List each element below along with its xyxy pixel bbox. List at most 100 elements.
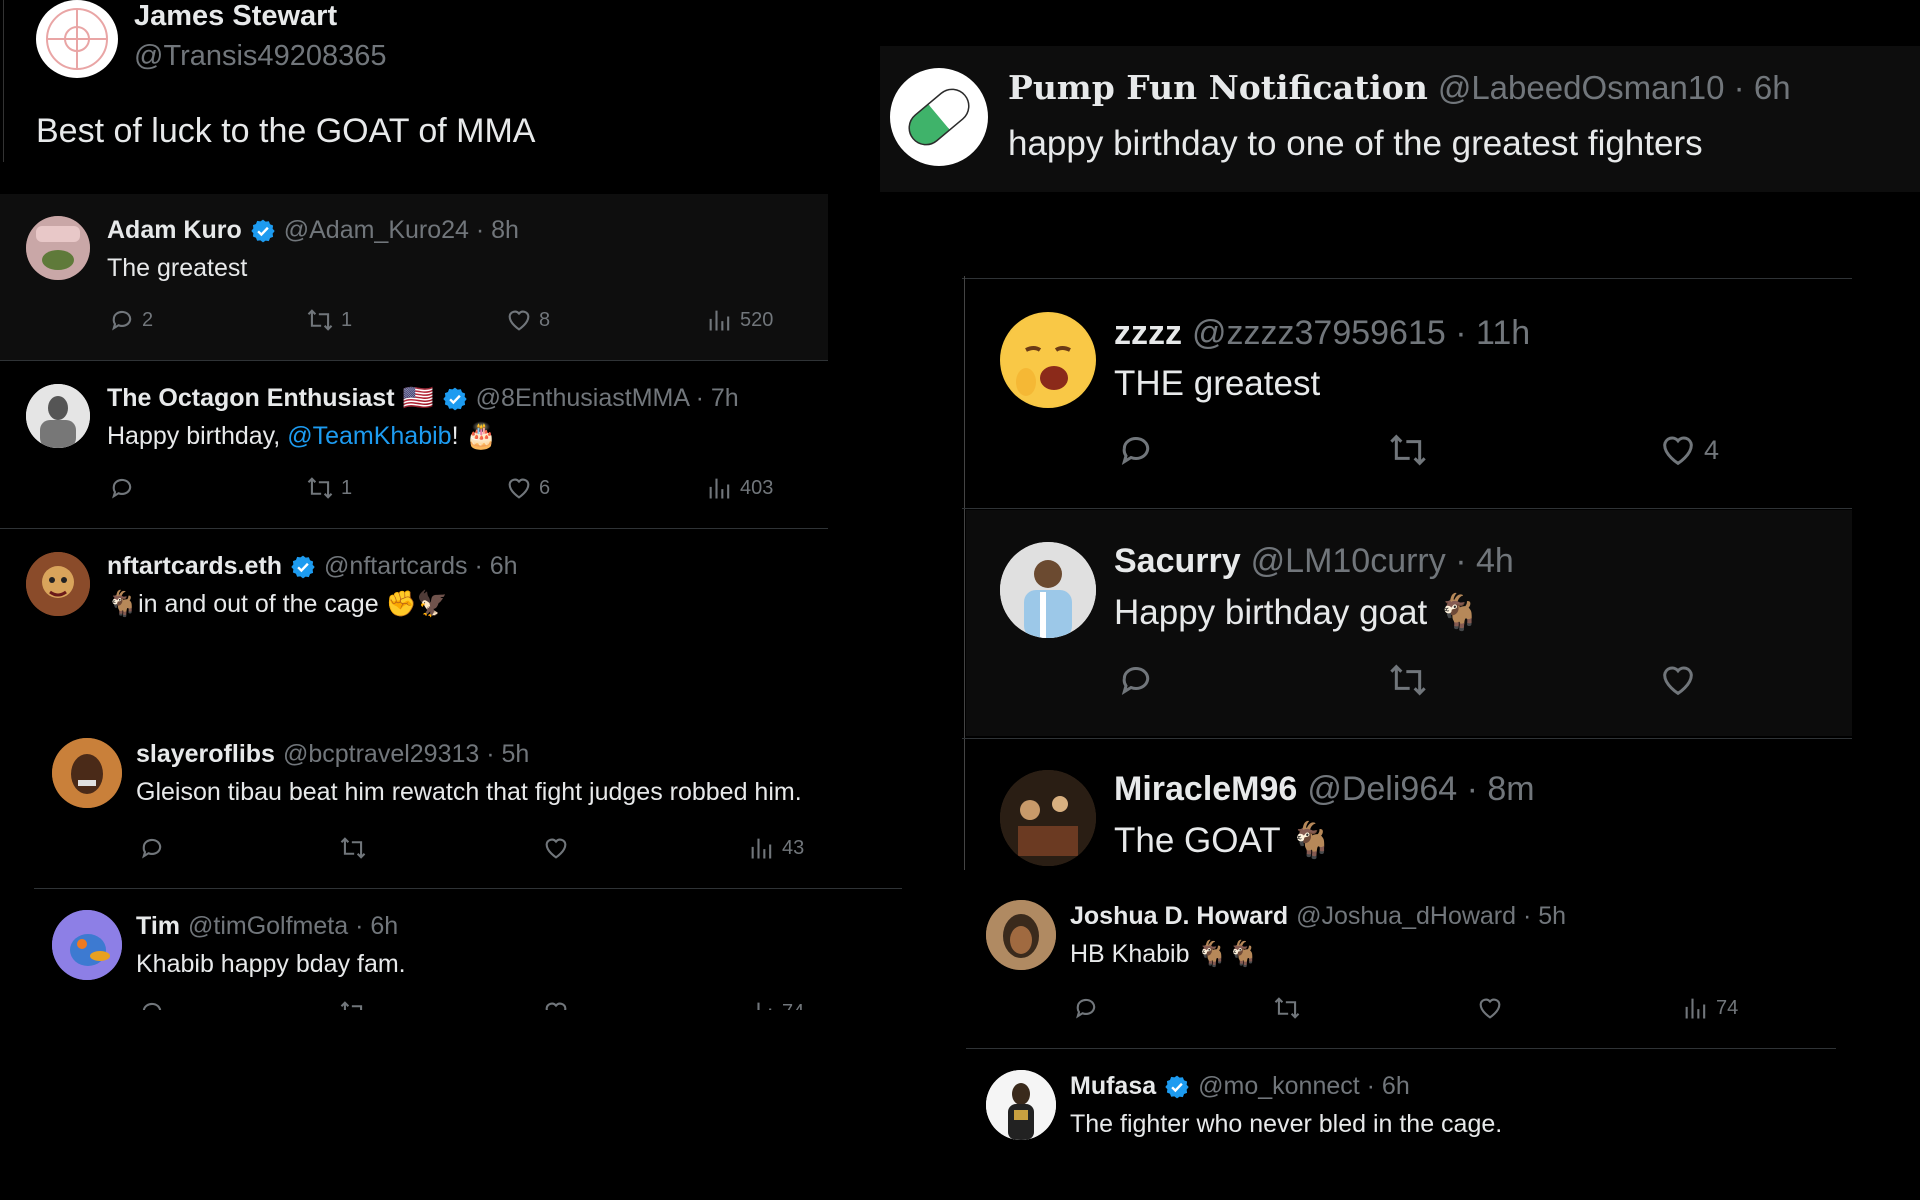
avatar[interactable] bbox=[1000, 312, 1096, 408]
like-count: 4 bbox=[1704, 434, 1720, 465]
views-button[interactable]: 74 bbox=[748, 998, 804, 1010]
repost-button[interactable] bbox=[1386, 660, 1430, 700]
author-meta[interactable]: @mo_konnect · 6h bbox=[1198, 1072, 1410, 1101]
like-button[interactable] bbox=[1476, 994, 1504, 1022]
avatar-yoda-icon bbox=[26, 216, 90, 280]
author-name[interactable]: Mufasa bbox=[1070, 1072, 1156, 1101]
author-meta[interactable]: @8EnthusiastMMA · 7h bbox=[476, 384, 739, 413]
avatar[interactable] bbox=[26, 216, 90, 280]
author-meta[interactable]: @zzzz37959615 · 11h bbox=[1192, 314, 1530, 353]
reply-tweet[interactable]: Tim @timGolfmeta · 6h Khabib happy bday … bbox=[34, 890, 904, 1010]
tweet-text: Khabib happy bday fam. bbox=[136, 950, 406, 978]
author-name[interactable]: MiracleM96 bbox=[1114, 770, 1297, 809]
tweet-header: The Octagon Enthusiast 🇺🇸 @8EnthusiastMM… bbox=[107, 384, 739, 413]
views-icon bbox=[1685, 998, 1706, 1019]
reply-tweet[interactable]: The Octagon Enthusiast 🇺🇸 @8EnthusiastMM… bbox=[0, 362, 828, 528]
avatar-player-icon bbox=[1000, 542, 1096, 638]
like-button[interactable] bbox=[542, 834, 570, 862]
author-handle[interactable]: @Transis49208365 bbox=[134, 40, 386, 73]
author-name[interactable]: Adam Kuro bbox=[107, 216, 242, 245]
like-button[interactable]: 4 bbox=[1658, 430, 1719, 470]
author-meta[interactable]: @bcptravel29313 · 5h bbox=[283, 740, 529, 769]
reply-tweet[interactable]: Sacurry @LM10curry · 4h Happy birthday g… bbox=[966, 510, 1852, 736]
right-lower-panel: Joshua D. Howard @Joshua_dHoward · 5h HB… bbox=[966, 880, 1846, 1200]
avatar[interactable] bbox=[1000, 770, 1096, 866]
avatar[interactable] bbox=[36, 0, 118, 78]
avatar[interactable] bbox=[986, 900, 1056, 970]
author-meta[interactable]: @Deli964 · 8m bbox=[1307, 770, 1534, 809]
author-meta[interactable]: @timGolfmeta · 6h bbox=[188, 912, 398, 941]
like-icon bbox=[545, 1002, 567, 1010]
original-tweet-pump-fun: Pump Fun Notification @LabeedOsman10 · 6… bbox=[880, 46, 1920, 192]
reply-icon bbox=[1121, 436, 1150, 466]
reply-icon bbox=[112, 478, 132, 499]
reply-icon bbox=[142, 838, 162, 859]
divider bbox=[962, 278, 1852, 279]
repost-button[interactable]: 1 bbox=[305, 306, 352, 334]
reply-icon bbox=[1076, 998, 1096, 1019]
views-button[interactable]: 403 bbox=[706, 474, 773, 502]
views-button[interactable]: 520 bbox=[706, 306, 773, 334]
avatar[interactable] bbox=[890, 68, 988, 166]
reply-tweet[interactable]: MiracleM96 @Deli964 · 8m The GOAT 🐐 bbox=[966, 740, 1852, 870]
reply-button[interactable] bbox=[138, 834, 166, 862]
author-name[interactable]: Tim bbox=[136, 912, 180, 941]
author-name[interactable]: zzzz bbox=[1114, 314, 1182, 353]
reply-count: 2 bbox=[142, 308, 154, 331]
reply-tweet[interactable]: zzzz @zzzz37959615 · 11h THE greatest 4 bbox=[966, 280, 1852, 506]
avatar[interactable] bbox=[26, 384, 90, 448]
tweet-text: The GOAT 🐐 bbox=[1114, 821, 1334, 860]
author-meta[interactable]: @LM10curry · 4h bbox=[1251, 542, 1514, 581]
reply-button[interactable] bbox=[1116, 660, 1156, 700]
author-name[interactable]: nftartcards.eth bbox=[107, 552, 282, 581]
reply-icon bbox=[112, 310, 132, 331]
avatar[interactable] bbox=[986, 1070, 1056, 1140]
views-icon bbox=[709, 478, 730, 499]
mention-link[interactable]: @TeamKhabib bbox=[287, 422, 451, 450]
reply-button[interactable] bbox=[138, 998, 166, 1010]
avatar[interactable] bbox=[52, 738, 122, 808]
author-meta[interactable]: @nftartcards · 6h bbox=[324, 552, 518, 581]
author-meta[interactable]: @LabeedOsman10 · 6h bbox=[1438, 69, 1791, 107]
repost-button[interactable]: 1 bbox=[305, 474, 352, 502]
tweet-text: THE greatest bbox=[1114, 364, 1321, 403]
like-button[interactable]: 6 bbox=[505, 474, 550, 502]
author-name[interactable]: Joshua D. Howard bbox=[1070, 902, 1288, 931]
views-button[interactable]: 43 bbox=[748, 834, 804, 862]
reply-tweet[interactable]: Mufasa @mo_konnect · 6h The fighter who … bbox=[966, 1050, 1846, 1170]
repost-button[interactable] bbox=[338, 834, 368, 862]
tweet-text: 🐐in and out of the cage ✊🦅 bbox=[107, 590, 448, 618]
like-button[interactable] bbox=[1658, 660, 1704, 700]
reply-tweet[interactable]: Adam Kuro @Adam_Kuro24 · 8h The greatest… bbox=[0, 194, 828, 360]
repost-button[interactable] bbox=[1386, 430, 1430, 470]
author-name[interactable]: The Octagon Enthusiast bbox=[107, 384, 395, 413]
repost-button[interactable] bbox=[338, 998, 368, 1010]
like-button[interactable] bbox=[542, 998, 570, 1010]
repost-button[interactable] bbox=[1272, 994, 1302, 1022]
avatar[interactable] bbox=[26, 552, 90, 616]
avatar-face-icon bbox=[52, 738, 122, 808]
author-name[interactable]: Pump Fun Notification bbox=[1008, 68, 1428, 107]
reply-icon bbox=[1121, 666, 1150, 696]
reply-button[interactable] bbox=[108, 474, 142, 502]
tweet-text-part: Happy birthday, bbox=[107, 422, 288, 450]
like-icon bbox=[508, 478, 530, 499]
reply-button[interactable]: 2 bbox=[108, 306, 153, 334]
like-button[interactable]: 8 bbox=[505, 306, 550, 334]
reply-tweet[interactable]: nftartcards.eth @nftartcards · 6h 🐐in an… bbox=[0, 530, 828, 660]
like-icon bbox=[1663, 436, 1693, 466]
reply-tweet[interactable]: slayeroflibs @bcptravel29313 · 5h Gleiso… bbox=[34, 722, 904, 888]
author-name[interactable]: slayeroflibs bbox=[136, 740, 275, 769]
avatar-art-icon bbox=[26, 552, 90, 616]
avatar[interactable] bbox=[52, 910, 122, 980]
reply-button[interactable] bbox=[1116, 430, 1156, 470]
avatar[interactable] bbox=[1000, 542, 1096, 638]
author-meta[interactable]: @Adam_Kuro24 · 8h bbox=[284, 216, 519, 245]
tweet-text: HB Khabib 🐐🐐 bbox=[1070, 940, 1259, 968]
views-button[interactable]: 74 bbox=[1682, 994, 1738, 1022]
reply-button[interactable] bbox=[1072, 994, 1100, 1022]
reply-tweet[interactable]: Joshua D. Howard @Joshua_dHoward · 5h HB… bbox=[966, 880, 1846, 1046]
author-meta[interactable]: @Joshua_dHoward · 5h bbox=[1296, 902, 1566, 931]
author-name[interactable]: Sacurry bbox=[1114, 542, 1241, 581]
author-name[interactable]: James Stewart bbox=[134, 0, 337, 33]
